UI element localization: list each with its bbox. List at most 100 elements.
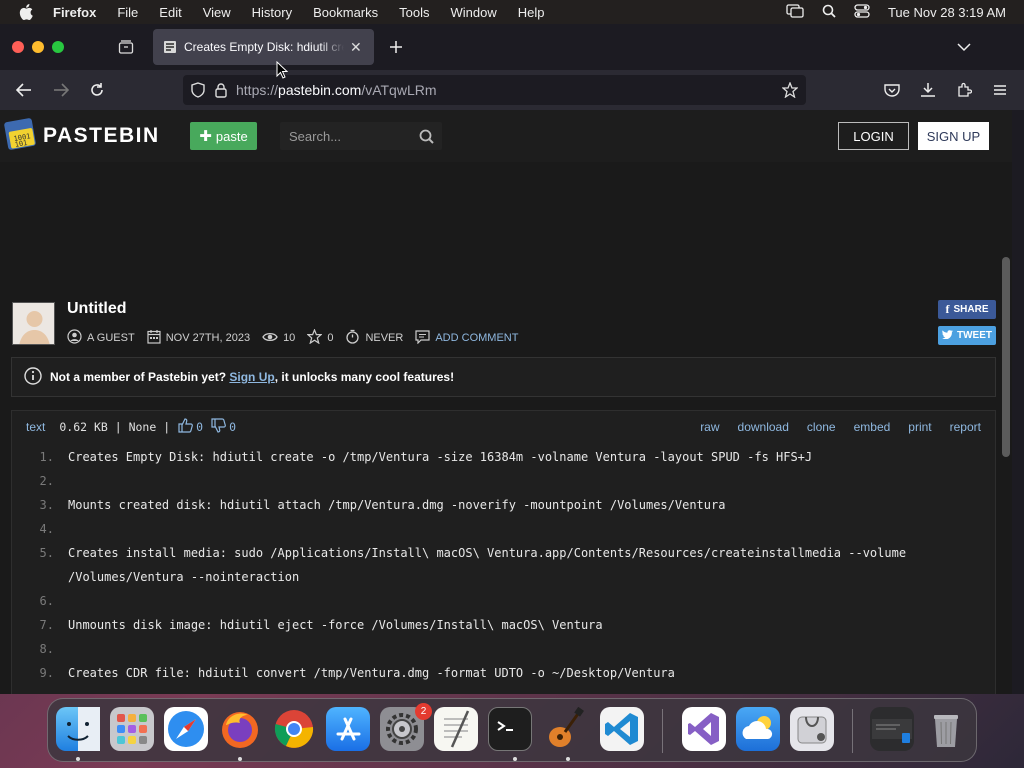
- search-input[interactable]: Search...: [280, 122, 442, 150]
- code-actions: raw download clone embed print report: [700, 411, 981, 443]
- lock-icon[interactable]: [215, 82, 227, 98]
- tracking-protection-shield-icon[interactable]: [191, 82, 205, 98]
- line-text: Creates CDR file: hdiutil convert /tmp/V…: [68, 666, 675, 680]
- line-text: [68, 637, 978, 661]
- code-line: 4.: [12, 517, 995, 541]
- extensions-icon[interactable]: [955, 81, 973, 99]
- embed-link[interactable]: embed: [854, 420, 891, 434]
- dock-separator: [852, 709, 853, 753]
- dock-app-store-icon[interactable]: [326, 707, 370, 751]
- app-menu-icon[interactable]: [991, 81, 1009, 99]
- firefox-window: Creates Empty Disk: hdiutil create ✕ htt: [0, 24, 1024, 694]
- dock-terminal-icon[interactable]: [488, 707, 532, 751]
- menu-bookmarks[interactable]: Bookmarks: [313, 5, 378, 20]
- forward-icon[interactable]: [51, 81, 71, 99]
- line-number: 8.: [39, 642, 54, 656]
- menu-help[interactable]: Help: [518, 5, 545, 20]
- apple-icon[interactable]: [19, 4, 35, 20]
- paste-date: NOV 27TH, 2023: [165, 332, 251, 344]
- code-line: 9. Creates CDR file: hdiutil convert /tmp…: [12, 661, 995, 685]
- new-tab-icon[interactable]: [387, 38, 405, 56]
- line-text: Unmounts disk image: hdiutil eject -forc…: [68, 618, 603, 632]
- new-paste-button[interactable]: ✚ paste: [190, 122, 257, 150]
- downloads-icon[interactable]: [919, 81, 937, 99]
- syntax-language-link[interactable]: text: [26, 420, 45, 434]
- menu-tools[interactable]: Tools: [399, 5, 429, 20]
- dock: 2: [47, 698, 977, 762]
- navigation-toolbar: https:// pastebin.com /vATqwLRm: [0, 70, 1024, 110]
- control-center-icon[interactable]: [854, 3, 870, 21]
- dock-trash-icon[interactable]: [924, 707, 968, 751]
- code-line: 2.: [12, 469, 995, 493]
- page-scrollbar[interactable]: [1002, 257, 1010, 457]
- screen-mirroring-icon[interactable]: [786, 3, 804, 21]
- menu-app-name[interactable]: Firefox: [53, 5, 96, 20]
- thumbs-down-icon: [211, 418, 226, 436]
- settings-notification-badge: 2: [415, 703, 432, 720]
- reload-icon[interactable]: [87, 81, 107, 99]
- paste-meta: A GUEST NOV 27TH, 2023 10 0 NEVER ADD CO…: [67, 328, 530, 348]
- line-number: 6.: [39, 594, 54, 608]
- menu-view[interactable]: View: [203, 5, 231, 20]
- dock-disk-utility-icon[interactable]: [790, 707, 834, 751]
- dock-firefox-icon[interactable]: [218, 707, 262, 751]
- facebook-share-button[interactable]: f SHARE: [938, 300, 996, 319]
- minimize-window-button[interactable]: [32, 41, 44, 53]
- pastebin-logo-text[interactable]: PASTEBIN: [43, 124, 160, 148]
- close-window-button[interactable]: [12, 41, 24, 53]
- menu-edit[interactable]: Edit: [159, 5, 181, 20]
- add-comment-link[interactable]: ADD COMMENT: [435, 332, 518, 344]
- tweet-button[interactable]: TWEET: [938, 326, 996, 345]
- bookmark-star-icon[interactable]: [782, 82, 798, 98]
- user-icon: [67, 329, 82, 347]
- menu-file[interactable]: File: [117, 5, 138, 20]
- code-line: 8.: [12, 637, 995, 661]
- dock-chrome-icon[interactable]: [272, 707, 316, 751]
- url-scheme: https://: [236, 82, 279, 98]
- dock-running-indicator: [76, 757, 80, 761]
- pastebin-logo-icon[interactable]: 1001 101: [3, 116, 37, 152]
- line-number: 9.: [39, 666, 54, 680]
- dock-finder-icon[interactable]: [56, 707, 100, 751]
- list-all-tabs-icon[interactable]: [955, 38, 973, 56]
- search-icon[interactable]: [419, 129, 434, 144]
- comment-icon: [415, 329, 430, 347]
- dock-launchpad-icon[interactable]: [110, 707, 154, 751]
- menu-history[interactable]: History: [252, 5, 292, 20]
- dock-safari-icon[interactable]: [164, 707, 208, 751]
- like-count: 0: [196, 420, 204, 434]
- login-button[interactable]: LOGIN: [838, 122, 909, 150]
- menu-clock[interactable]: Tue Nov 28 3:19 AM: [888, 5, 1006, 20]
- report-link[interactable]: report: [950, 420, 981, 434]
- dock-garageband-icon[interactable]: [542, 706, 586, 751]
- like-button[interactable]: 0: [178, 418, 203, 436]
- dock-vscode-icon[interactable]: [600, 707, 644, 751]
- dock-screen-window-icon[interactable]: [870, 707, 914, 751]
- dislike-button[interactable]: 0: [211, 418, 236, 436]
- pastebin-favicon-icon: [163, 40, 177, 54]
- pocket-icon[interactable]: [883, 81, 901, 99]
- print-link[interactable]: print: [908, 420, 931, 434]
- dock-textedit-icon[interactable]: [434, 707, 478, 751]
- back-icon[interactable]: [14, 81, 34, 99]
- line-text: Mounts created disk: hdiutil attach /tmp…: [68, 498, 726, 512]
- avatar[interactable]: [12, 302, 55, 345]
- dock-icloud-weather-icon[interactable]: [736, 707, 780, 751]
- zoom-window-button[interactable]: [52, 41, 64, 53]
- tab-active[interactable]: Creates Empty Disk: hdiutil create ✕: [153, 29, 374, 65]
- paste-author[interactable]: A GUEST: [87, 332, 135, 344]
- clone-link[interactable]: clone: [807, 420, 836, 434]
- firefox-view-icon[interactable]: [116, 38, 136, 56]
- expiration-timer-icon: [345, 329, 360, 347]
- signup-button[interactable]: SIGN UP: [918, 122, 989, 150]
- tab-close-icon[interactable]: ✕: [350, 39, 362, 56]
- paste-code-box: text 0.62 KB | None | 0 0 raw download c…: [11, 410, 996, 694]
- dock-visual-studio-icon[interactable]: [682, 707, 726, 751]
- download-link[interactable]: download: [738, 420, 789, 434]
- star-icon[interactable]: [306, 328, 323, 347]
- raw-link[interactable]: raw: [700, 420, 719, 434]
- spotlight-search-icon[interactable]: [822, 4, 836, 21]
- menu-window[interactable]: Window: [451, 5, 497, 20]
- notice-signup-link[interactable]: Sign Up: [229, 370, 274, 384]
- paste-title: Untitled: [67, 300, 127, 317]
